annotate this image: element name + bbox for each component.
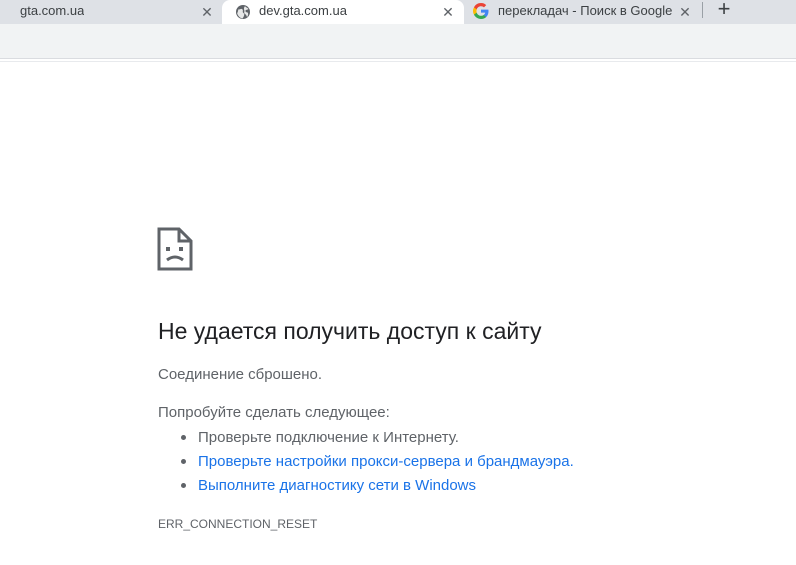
close-icon[interactable]: ✕ <box>677 4 693 20</box>
list-item: Выполните диагностику сети в Windows <box>158 476 574 500</box>
suggestions-heading: Попробуйте сделать следующее: <box>158 404 390 421</box>
proxy-settings-link[interactable]: Проверьте настройки прокси-сервера и бра… <box>198 453 574 470</box>
error-summary: Соединение сброшено. <box>158 366 323 383</box>
suggestions-list: Проверьте подключение к Интернету. Прове… <box>158 428 574 500</box>
tab-title: gta.com.ua <box>20 3 85 18</box>
close-icon[interactable]: ✕ <box>199 4 215 20</box>
divider <box>0 61 796 62</box>
page-title: Не удается получить доступ к сайту <box>158 318 542 344</box>
toolbar <box>0 24 796 59</box>
tab-google-search[interactable]: перекладач - Поиск в Google ✕ <box>464 0 700 24</box>
new-tab-button[interactable]: + <box>713 0 735 20</box>
tab-dev-gta-active[interactable]: dev.gta.com.ua ✕ <box>222 0 464 24</box>
google-icon <box>473 3 489 19</box>
tab-strip: gta.com.ua ✕ dev.gta.com.ua ✕ перекладач… <box>0 0 796 24</box>
error-code: ERR_CONNECTION_RESET <box>158 517 318 531</box>
tab-separator <box>702 2 703 18</box>
list-item: Проверьте настройки прокси-сервера и бра… <box>158 452 574 476</box>
list-item: Проверьте подключение к Интернету. <box>158 428 574 452</box>
globe-icon <box>236 5 250 19</box>
sad-page-icon <box>157 227 193 271</box>
close-icon[interactable]: ✕ <box>440 4 456 20</box>
tab-gta[interactable]: gta.com.ua ✕ <box>0 0 222 24</box>
network-diagnostics-link[interactable]: Выполните диагностику сети в Windows <box>198 477 476 494</box>
tab-title: dev.gta.com.ua <box>259 3 347 18</box>
tab-title: перекладач - Поиск в Google <box>498 3 673 18</box>
suggestion-text: Проверьте подключение к Интернету. <box>198 429 459 446</box>
